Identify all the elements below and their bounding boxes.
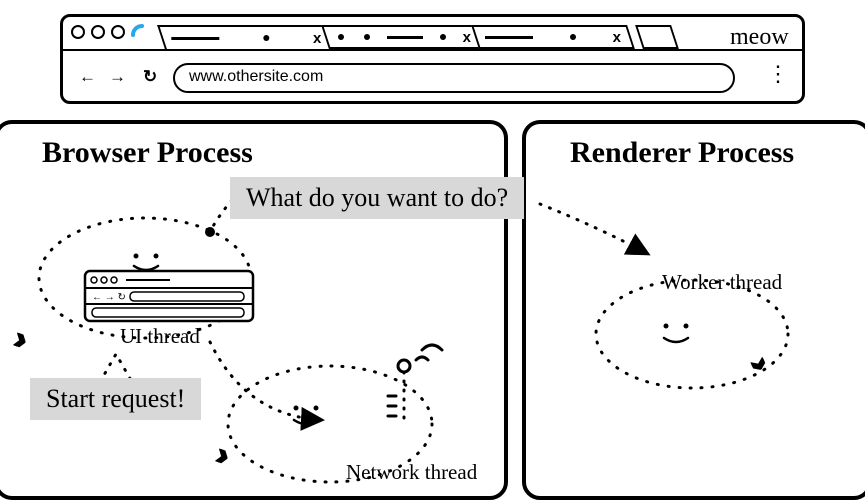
tab-title-placeholder — [171, 37, 219, 40]
traffic-light-icon[interactable] — [111, 25, 125, 39]
svg-text:← → ↻: ← → ↻ — [92, 292, 126, 303]
decorative-label: meow — [730, 24, 789, 51]
renderer-process-box: Renderer Process Worker thread ››› — [522, 120, 865, 500]
forward-button[interactable]: → — [109, 67, 126, 87]
mini-browser-icon: ← → ↻ — [84, 270, 254, 324]
tab-close-icon[interactable]: x — [463, 29, 471, 46]
window-controls — [71, 25, 127, 44]
motion-arrows-icon: ››› — [8, 318, 24, 356]
back-button[interactable]: ← — [79, 67, 96, 87]
browser-tab[interactable]: x — [471, 25, 635, 49]
browser-menu-icon[interactable]: ⋮ — [767, 61, 790, 87]
nav-toolbar: ← → ↻ www.othersite.com ⋮ — [63, 53, 802, 103]
start-request-bubble: Start request! — [30, 378, 201, 420]
renderer-process-title: Renderer Process — [570, 136, 794, 170]
browser-tab[interactable]: x — [157, 25, 335, 49]
antenna-icon — [382, 342, 452, 422]
worker-thread-label: Worker thread — [662, 270, 782, 295]
browser-process-title: Browser Process — [42, 136, 253, 170]
new-tab-button[interactable] — [635, 25, 679, 49]
tab-close-icon[interactable]: x — [313, 30, 321, 47]
address-bar[interactable]: www.othersite.com — [173, 63, 735, 93]
network-thread-label: Network thread — [346, 460, 477, 485]
traffic-light-icon[interactable] — [91, 25, 105, 39]
tab-strip: x x x — [63, 17, 802, 53]
question-bubble: What do you want to do? — [230, 177, 524, 219]
browser-window: x x x ← → ↻ www.othersite.com ⋮ — [60, 14, 805, 104]
traffic-light-icon[interactable] — [71, 25, 85, 39]
tab-title-placeholder — [485, 36, 533, 39]
browser-tab[interactable]: x — [321, 25, 485, 49]
tab-close-icon[interactable]: x — [613, 29, 621, 46]
tab-title-placeholder — [387, 36, 423, 39]
reload-button[interactable]: ↻ — [143, 67, 157, 87]
ui-thread-label: UI thread — [120, 324, 200, 349]
loading-spinner-icon — [131, 24, 153, 46]
